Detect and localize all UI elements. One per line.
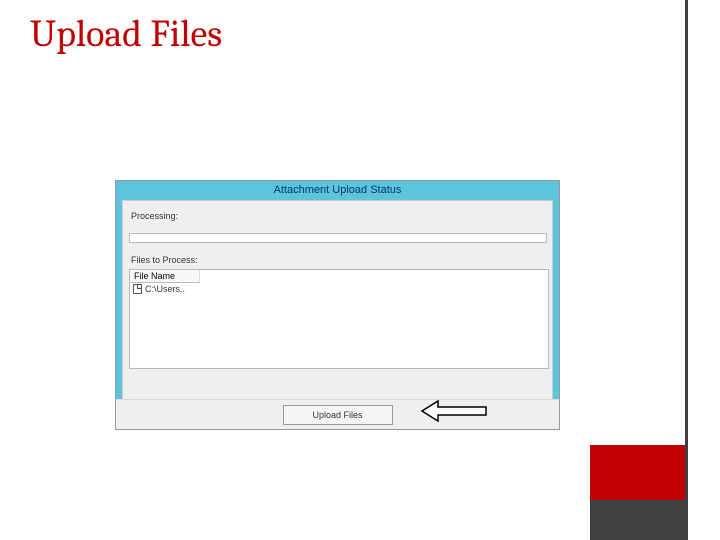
column-header-filename[interactable]: File Name <box>130 270 200 283</box>
upload-files-button[interactable]: Upload Files <box>283 405 393 425</box>
dialog-body: Processing: Files to Process: File Name … <box>122 200 553 402</box>
slide-title: Upload Files <box>30 12 222 56</box>
document-icon <box>133 284 142 294</box>
decorative-vertical-bar <box>685 0 688 540</box>
dialog-button-bar: Upload Files <box>116 399 559 429</box>
dialog-title: Attachment Upload Status <box>116 181 559 200</box>
files-list[interactable]: File Name C:\Users.. <box>129 269 549 369</box>
processing-label: Processing: <box>131 211 178 221</box>
files-to-process-label: Files to Process: <box>131 255 198 265</box>
table-row[interactable]: C:\Users.. <box>130 283 548 295</box>
upload-status-dialog: Attachment Upload Status Processing: Fil… <box>115 180 560 430</box>
decorative-gray-strip <box>590 500 685 540</box>
progress-bar <box>129 233 547 243</box>
decorative-red-block <box>590 445 685 500</box>
file-name-cell: C:\Users.. <box>145 284 185 294</box>
